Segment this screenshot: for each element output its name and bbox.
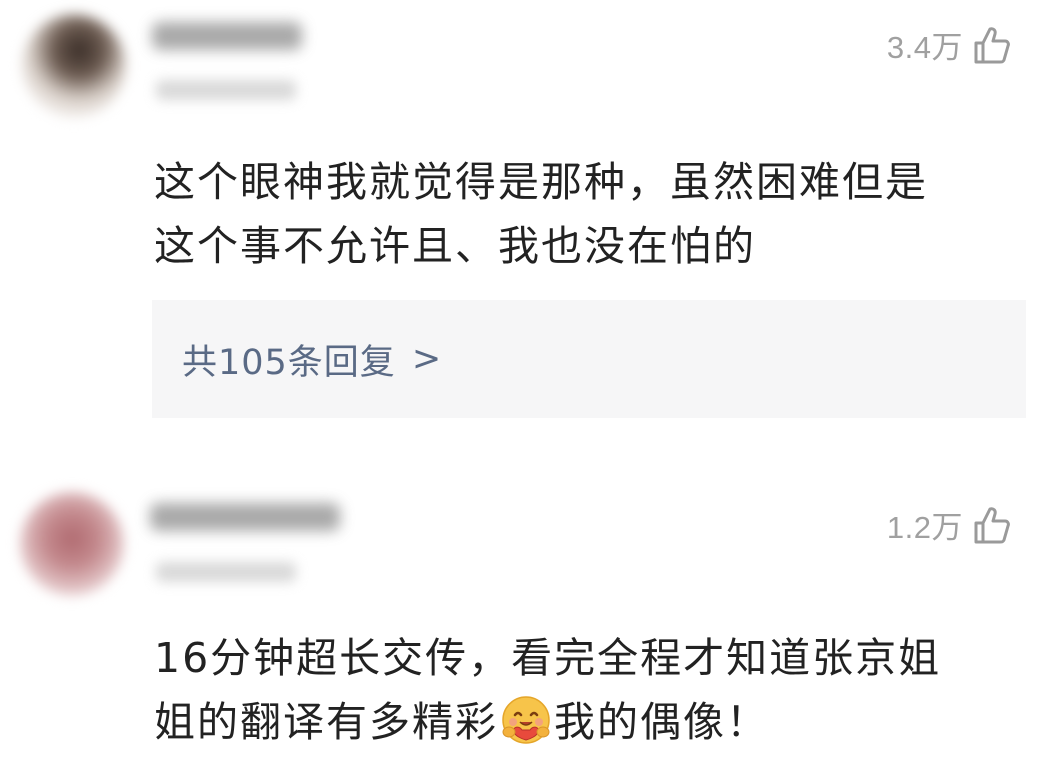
comment-text-line: 这个事不允许且、我也没在怕的 (154, 222, 756, 270)
comment-text: 这个眼神我就觉得是那种，虽然困难但是 这个事不允许且、我也没在怕的 (154, 150, 1014, 278)
comment-meta-blurred (156, 80, 296, 100)
avatar[interactable] (20, 492, 124, 596)
thumbs-up-icon[interactable] (973, 25, 1011, 65)
comment-text-segment: 我的偶像！ (554, 698, 769, 746)
hug-face-emoji-icon (502, 696, 550, 744)
comment-text-segment: 姐的翻译有多精彩 (154, 698, 498, 746)
comment-text-line: 这个眼神我就觉得是那种，虽然困难但是 (154, 158, 928, 206)
view-replies-button[interactable]: 共105条回复 > (152, 300, 1026, 418)
username-blurred[interactable] (150, 503, 340, 531)
avatar[interactable] (22, 14, 126, 118)
comment-text-line: 16分钟超长交传，看完全程才知道张京姐 (154, 634, 942, 682)
like-button[interactable]: 3.4万 (887, 22, 1011, 67)
like-count: 3.4万 (886, 30, 963, 65)
username-blurred[interactable] (152, 22, 302, 50)
like-count: 1.2万 (886, 510, 963, 545)
chevron-right-icon: > (411, 339, 442, 379)
comment-meta-blurred (156, 562, 296, 582)
thumbs-up-icon[interactable] (973, 505, 1011, 545)
replies-label: 共105条回复 (182, 342, 396, 383)
comment-text: 16分钟超长交传，看完全程才知道张京姐 姐的翻译有多精彩 我的偶像！ (154, 626, 1014, 754)
like-button[interactable]: 1.2万 (887, 502, 1011, 547)
